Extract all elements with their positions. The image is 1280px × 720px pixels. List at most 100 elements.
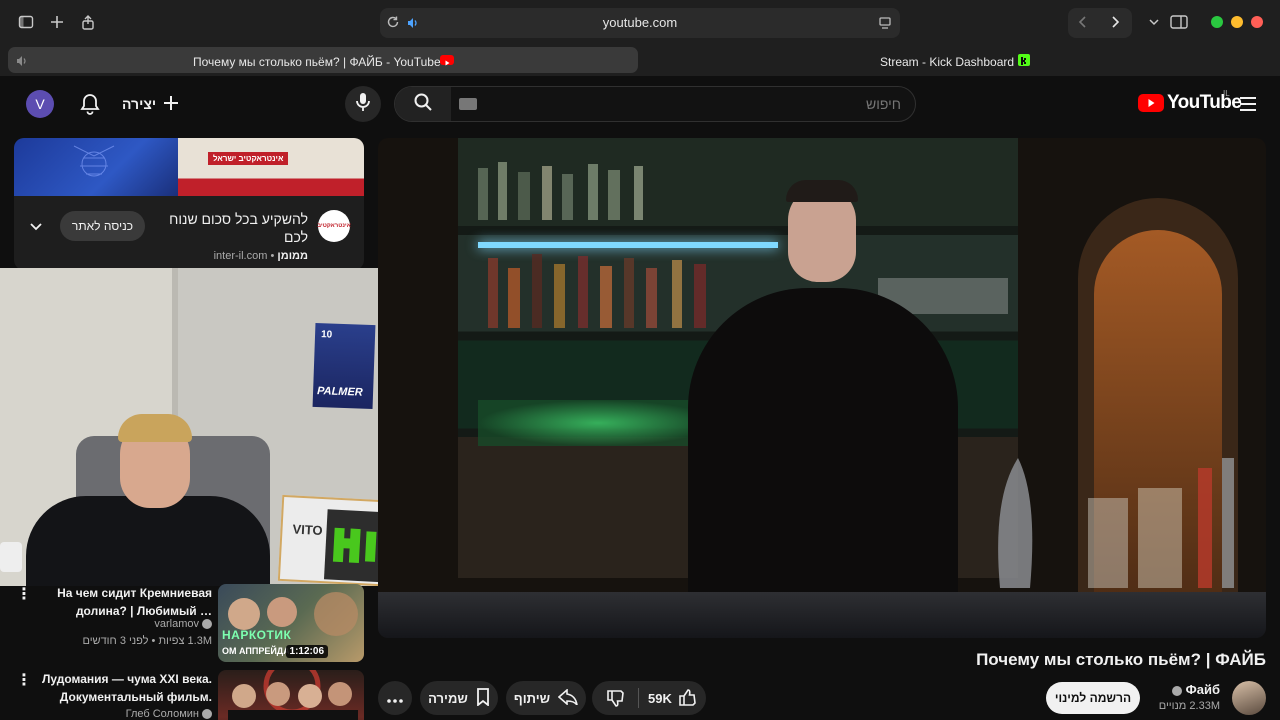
ad-title[interactable]: להשקיע בכל סכום שנוח לכם: [158, 210, 308, 246]
thumbnail-people-art-icon: [228, 670, 358, 720]
create-button[interactable]: יצירה: [122, 88, 180, 120]
channel-avatar[interactable]: [1232, 681, 1266, 715]
more-vertical-icon[interactable]: ⋮: [16, 670, 32, 690]
subscribe-button[interactable]: הרשמה למינוי: [1046, 682, 1140, 714]
history-nav: [1068, 8, 1132, 38]
more-vertical-icon[interactable]: ⋮: [16, 584, 32, 604]
address-bar[interactable]: youtube.com: [380, 8, 900, 38]
chevron-down-icon[interactable]: [28, 218, 44, 239]
dislike-button[interactable]: [606, 689, 624, 710]
tab-youtube[interactable]: Почему мы столько пьём? | ФАЙБ - YouTube: [8, 47, 638, 73]
streamer-hair: [118, 414, 192, 442]
channel-name[interactable]: varlamov: [154, 618, 212, 630]
streamer-body: [26, 496, 270, 586]
ad-banner-badge: אינטראקטיב ישראל: [208, 152, 289, 165]
ad-banner-image[interactable]: [14, 138, 178, 196]
youtube-header: V יצירה YouTube IL: [0, 76, 1280, 132]
tab-kick[interactable]: Stream - Kick Dashboard: [642, 47, 1272, 73]
video-thumbnail[interactable]: НАРКОТИК ОМ АППРЕЙДА 1:12:06: [218, 584, 364, 662]
list-item[interactable]: Лудомания — чума XXI века. Документальны…: [0, 670, 370, 720]
tab-bar: Почему мы столько пьём? | ФАЙБ - YouTube…: [0, 44, 1280, 76]
video-duration: 1:12:06: [285, 645, 328, 658]
list-item[interactable]: НАРКОТИК ОМ АППРЕЙДА 1:12:06 На чем сиди…: [0, 584, 370, 664]
search-button[interactable]: [395, 87, 451, 121]
bar-tools-art-icon: [998, 458, 1234, 588]
video-thumbnail[interactable]: [218, 670, 364, 720]
wall-poster: 10 PALMER: [312, 322, 376, 410]
share-label: שיתוף: [513, 690, 551, 706]
like-divider: [638, 688, 639, 708]
window-close-button[interactable]: [1251, 16, 1263, 28]
subscriber-count: 2.33M מנויים: [1158, 700, 1220, 712]
thumbs-up-icon: [679, 689, 696, 706]
like-button[interactable]: 59K: [648, 689, 696, 707]
search-icon: [413, 92, 433, 117]
video-title[interactable]: На чем сидит Кремниевая долина? | Любимы…: [22, 584, 212, 620]
ad-banner-image-right[interactable]: אינטראקטיב ישראל: [178, 138, 364, 196]
poster-number: 10: [320, 329, 333, 341]
video-title: Почему мы столько пьём? | ФАЙБ: [976, 650, 1266, 669]
notifications-bell-icon[interactable]: [80, 93, 100, 120]
youtube-favicon-icon: [440, 55, 454, 66]
voice-search-button[interactable]: [345, 86, 381, 122]
keyboard-icon[interactable]: [459, 98, 477, 110]
url-text[interactable]: youtube.com: [380, 15, 900, 30]
share-arrow-icon: [557, 687, 578, 708]
bookmark-icon: [476, 687, 490, 709]
presenter-body: [688, 288, 958, 608]
bar-counter: [378, 592, 1266, 638]
hamburger-menu-icon[interactable]: [1238, 94, 1258, 114]
channel-name[interactable]: Глеб Соломин: [126, 708, 212, 720]
split-view-icon[interactable]: [1167, 10, 1191, 34]
forward-icon[interactable]: [1108, 15, 1122, 34]
verified-badge-icon: [202, 709, 212, 720]
advertiser-logo[interactable]: אינטראקטיב: [317, 210, 351, 242]
sidebar-toggle-icon[interactable]: [14, 10, 38, 34]
webcam-roll-object: [0, 542, 22, 572]
poster-name: PALMER: [316, 385, 363, 399]
youtube-play-icon: [1138, 94, 1164, 112]
visit-site-button[interactable]: כניסה לאתר: [60, 211, 145, 241]
kick-favicon-icon: [1018, 54, 1030, 66]
video-player[interactable]: [378, 138, 1266, 638]
thumbnail-subtext: ОМ АППРЕЙДА: [222, 646, 290, 656]
save-label: שמירה: [428, 690, 468, 706]
like-count: 59K: [648, 690, 672, 706]
ad-domain: inter-il.com: [213, 250, 268, 262]
ad-meta: ממומן • inter-il.com: [213, 250, 308, 262]
new-tab-icon[interactable]: [45, 10, 69, 34]
like-dislike-group: 59K: [592, 681, 706, 715]
verified-badge-icon: [202, 619, 212, 630]
search-box: [394, 86, 916, 122]
thumbnail-text: НАРКОТИК: [222, 628, 292, 642]
tab-title: Stream - Kick Dashboard: [880, 55, 1015, 69]
search-input[interactable]: [485, 96, 901, 112]
window-zoom-button[interactable]: [1211, 16, 1223, 28]
plus-icon: [162, 94, 180, 115]
share-icon[interactable]: [76, 10, 100, 34]
country-code: IL: [1223, 89, 1230, 98]
chevron-down-icon[interactable]: [1142, 10, 1166, 34]
sponsored-ad-card[interactable]: אינטראקטיב ישראל אינטראקטיב להשקיע בכל ס…: [14, 138, 364, 270]
reader-mode-icon[interactable]: [878, 16, 892, 35]
sponsored-label: ממומן: [277, 250, 308, 262]
tab-title: Почему мы столько пьём? | ФАЙБ - YouTube: [193, 55, 441, 69]
browser-toolbar: youtube.com: [0, 0, 1280, 44]
more-horizontal-icon: [387, 691, 403, 706]
presenter-hair: [786, 180, 858, 202]
ad-banner-art-icon: [73, 145, 115, 177]
account-avatar[interactable]: V: [26, 90, 54, 118]
save-button[interactable]: שמירה: [420, 681, 498, 715]
channel-name[interactable]: Файб: [1169, 682, 1220, 697]
more-actions-button[interactable]: [378, 681, 412, 715]
share-button[interactable]: שיתוף: [506, 681, 586, 715]
tab-audio-icon[interactable]: [16, 54, 28, 72]
back-icon[interactable]: [1076, 15, 1090, 34]
youtube-logo-text: YouTube: [1167, 92, 1242, 113]
video-title[interactable]: Лудомания — чума XXI века. Документальны…: [22, 670, 212, 706]
window-minimize-button[interactable]: [1231, 16, 1243, 28]
create-label: יצירה: [122, 96, 157, 112]
video-stats: 1.3M צפיות • לפני 3 חודשים: [82, 635, 212, 647]
microphone-icon: [355, 92, 371, 117]
verified-badge-icon: [1172, 685, 1183, 696]
